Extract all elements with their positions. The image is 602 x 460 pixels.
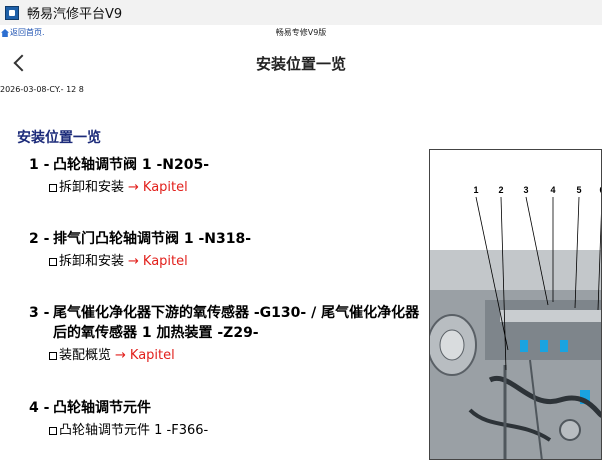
item-number: 4 -: [29, 400, 50, 416]
arrow-icon: →: [128, 254, 139, 269]
callout-label: 2: [498, 185, 503, 195]
item-sub-entry: 拆卸和安装 → Kapitel: [49, 253, 429, 270]
list-item: 4 - 凸轮轴调节元件 凸轮轴调节元件 1 -F366-: [29, 398, 429, 439]
item-title: 尾气催化净化器下游的氧传感器 -G130- / 尾气催化净化器后的氧传感器 1 …: [53, 305, 420, 341]
engine-installation-figure: 1 2 3 4 5 6: [429, 149, 602, 460]
item-sub-label: 拆卸和安装: [59, 254, 125, 269]
blue-connector: [520, 340, 528, 352]
kapitel-link[interactable]: Kapitel: [130, 347, 175, 364]
item-sub-entry: 拆卸和安装 → Kapitel: [49, 179, 429, 196]
item-sub-label: 凸轮轴调节元件 1 -F366-: [59, 423, 209, 438]
callout-label: 3: [523, 185, 528, 195]
document-id: 2026-03-08-CY.- 12 8: [0, 85, 84, 94]
list-item: 2 - 排气门凸轮轴调节阀 1 -N318- 拆卸和安装 → Kapitel: [29, 229, 429, 270]
item-sub-label: 拆卸和安装: [59, 180, 125, 195]
list-item: 3 - 尾气催化净化器下游的氧传感器 -G130- / 尾气催化净化器后的氧传感…: [29, 303, 429, 364]
pulley-hub: [439, 329, 465, 361]
item-title: 凸轮轴调节元件: [53, 400, 151, 416]
blue-connector: [540, 340, 548, 352]
section-heading: 安装位置一览: [17, 130, 101, 146]
callout-label: 1: [473, 185, 478, 195]
item-number: 2 -: [29, 231, 50, 247]
edition-label: 畅易专修V9版: [275, 28, 327, 37]
item-sub-entry: 装配概览 → Kapitel: [49, 347, 429, 364]
blue-connector: [560, 340, 568, 352]
item-sub-entry: 凸轮轴调节元件 1 -F366-: [49, 422, 429, 439]
list-item: 1 - 凸轮轴调节阀 1 -N205- 拆卸和安装 → Kapitel: [29, 155, 429, 196]
kapitel-link[interactable]: Kapitel: [143, 179, 188, 196]
item-number: 1 -: [29, 157, 50, 173]
checkbox-icon: [49, 351, 57, 360]
callout-label: 5: [576, 185, 581, 195]
nav-bar: 安装位置一览: [0, 45, 602, 81]
item-title: 排气门凸轮轴调节阀 1 -N318-: [53, 231, 252, 247]
cam-rail: [500, 310, 601, 322]
item-number: 3 -: [29, 305, 50, 321]
page-title: 安装位置一览: [255, 55, 346, 73]
top-toolbar: 返回首页. 畅易专修V9版: [0, 26, 602, 40]
app-logo-icon: [5, 5, 19, 20]
bolt-head: [559, 419, 581, 441]
title-bar: 畅易汽修平台V9: [0, 0, 602, 25]
checkbox-icon: [49, 426, 57, 435]
arrow-icon: →: [128, 180, 139, 195]
kapitel-link[interactable]: Kapitel: [143, 253, 188, 270]
checkbox-icon: [49, 183, 57, 192]
callout-label: 4: [550, 185, 555, 195]
item-sub-label: 装配概览: [59, 348, 112, 363]
window-title: 畅易汽修平台V9: [27, 7, 123, 22]
item-title: 凸轮轴调节阀 1 -N205-: [53, 157, 210, 173]
engine-diagram: 1 2 3 4 5 6: [430, 185, 601, 459]
checkbox-icon: [49, 257, 57, 266]
arrow-icon: →: [115, 348, 126, 363]
